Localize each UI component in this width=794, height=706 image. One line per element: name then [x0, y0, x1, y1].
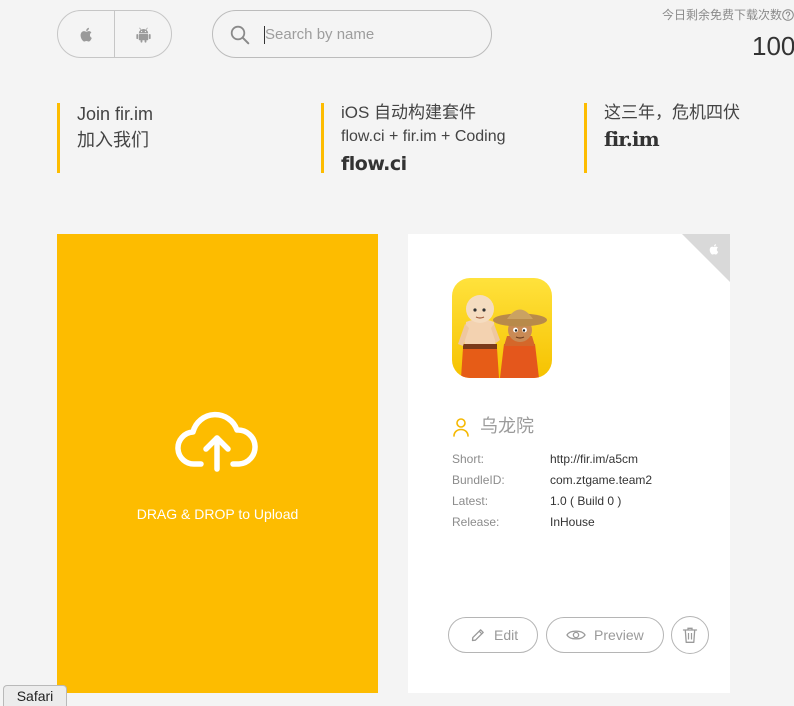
detail-row-short: Short: http://fir.im/a5cm [452, 449, 712, 470]
detail-label: BundleID: [452, 473, 505, 487]
fir-im-logo: fir.im [604, 127, 660, 151]
app-card: 乌龙院 Short: http://fir.im/a5cm BundleID: … [408, 234, 730, 693]
banner-title: iOS 自动构建套件 [341, 103, 477, 122]
upload-label: DRAG & DROP to Upload [136, 506, 299, 522]
detail-label: Release: [452, 515, 500, 529]
detail-row-bundle-id: BundleID: com.ztgame.team2 [452, 470, 712, 491]
detail-row-release: Release: InHouse [452, 512, 712, 533]
detail-label: Latest: [452, 494, 489, 508]
detail-row-latest: Latest: 1.0 ( Build 0 ) [452, 491, 712, 512]
ios-filter-button[interactable] [58, 11, 114, 57]
platform-corner-badge [682, 234, 730, 282]
eye-icon [566, 630, 586, 640]
search-box [212, 10, 492, 58]
quota-count: 100 [752, 31, 794, 61]
android-filter-button[interactable] [114, 11, 171, 57]
banner-title: Join fir.im [77, 104, 154, 124]
android-icon [135, 27, 151, 43]
short-link[interactable]: http://fir.im/a5cm [550, 449, 638, 470]
quota-label: 今日剩余免费下载次数 [662, 8, 783, 22]
app-icon-image[interactable] [452, 278, 552, 378]
flow-ci-logo: flow.ci [341, 153, 407, 175]
banner-join[interactable]: Join fir.im 加入我们 [57, 103, 297, 173]
upload-dropzone[interactable]: DRAG & DROP to Upload [57, 234, 378, 693]
search-icon [230, 25, 250, 45]
detail-value: 1.0 ( Build 0 ) [550, 494, 622, 508]
preview-button[interactable]: Preview [546, 617, 664, 653]
platform-toggle [57, 10, 172, 58]
banner-subtitle: flow.ci + fir.im + Coding [341, 128, 506, 145]
app-details: Short: http://fir.im/a5cm BundleID: com.… [452, 449, 712, 533]
banner-subtitle: 加入我们 [77, 130, 149, 150]
pencil-icon [471, 629, 484, 642]
detail-value: com.ztgame.team2 [550, 473, 653, 487]
question-circle-icon[interactable] [782, 9, 794, 21]
edit-label: Edit [494, 627, 519, 643]
delete-button[interactable] [671, 616, 709, 654]
banner-title: 这三年，危机四伏 [604, 103, 740, 122]
user-icon [453, 418, 469, 437]
apple-icon [80, 27, 92, 42]
edit-button[interactable]: Edit [448, 617, 538, 653]
dock-tooltip: Safari [3, 685, 67, 706]
banner-flow-ci[interactable]: iOS 自动构建套件 flow.ci + fir.im + Coding flo… [321, 103, 561, 175]
detail-label: Short: [452, 452, 485, 466]
search-input[interactable] [264, 11, 479, 57]
banner-fir-story[interactable]: 这三年，危机四伏 fir.im [584, 103, 784, 173]
trash-icon [682, 627, 698, 643]
cloud-upload-icon [175, 411, 258, 472]
app-name[interactable]: 乌龙院 [480, 414, 534, 438]
detail-value: InHouse [550, 515, 595, 529]
preview-label: Preview [594, 627, 644, 643]
